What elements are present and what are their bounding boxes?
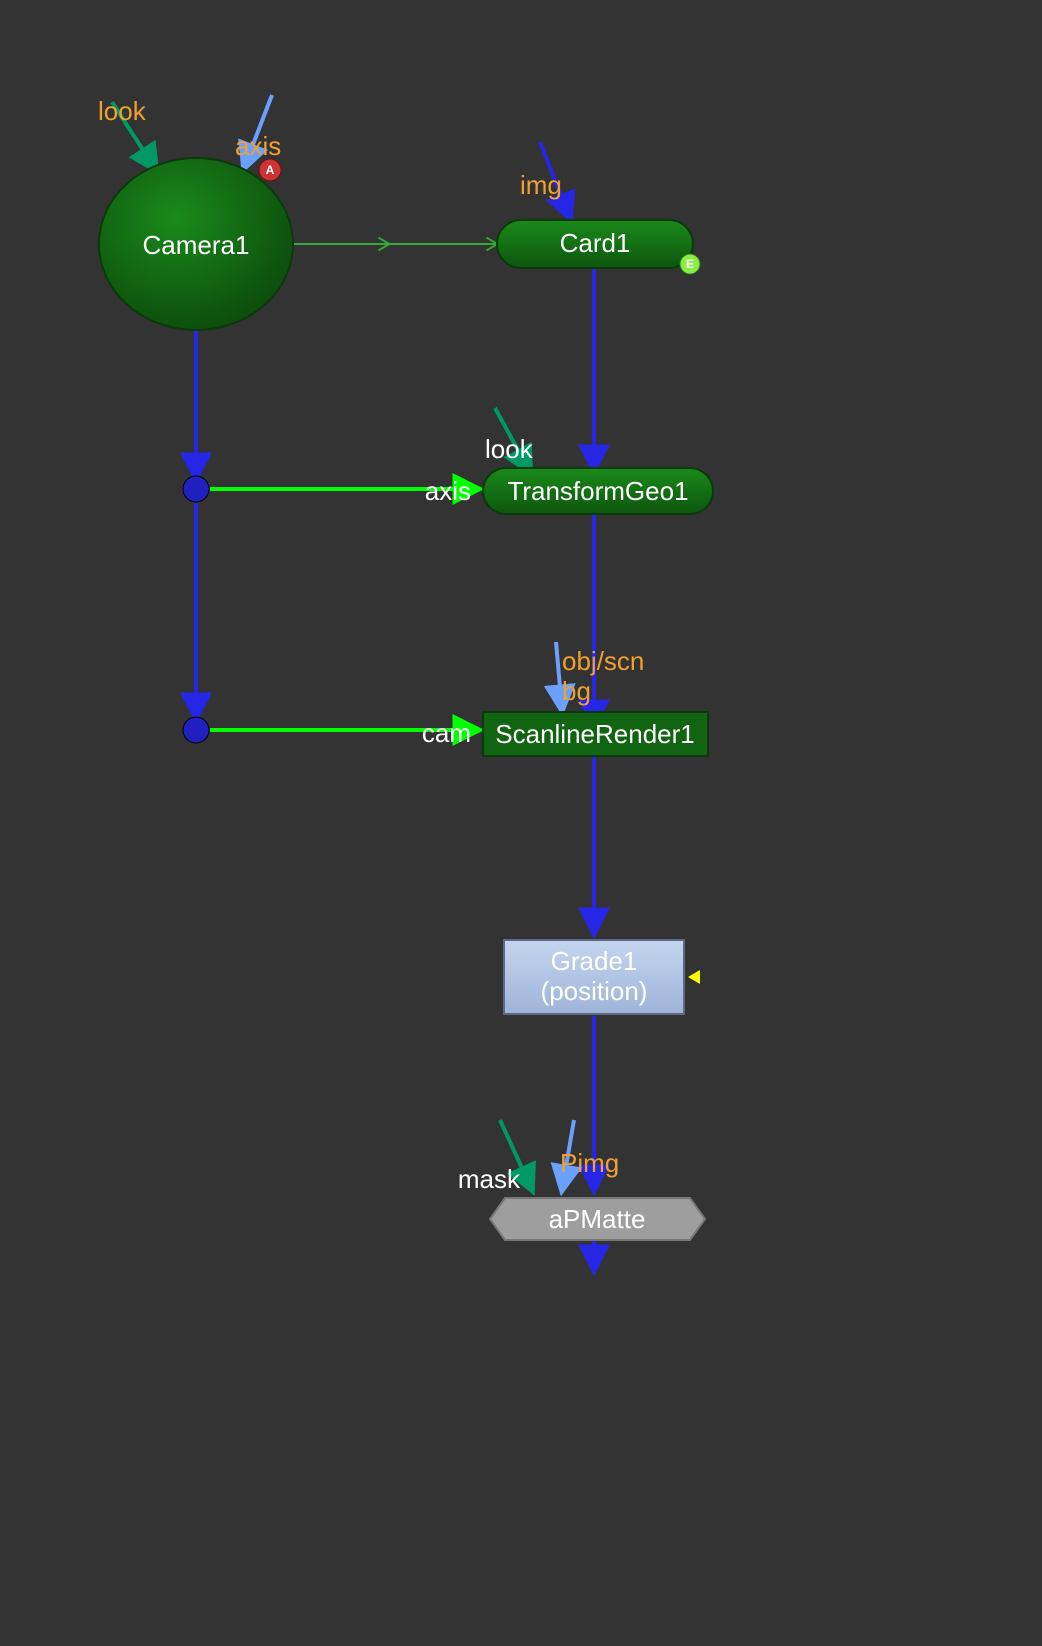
node-graph-canvas[interactable]: Camera1 A look axis Card1 E img Transfor… xyxy=(0,0,1042,1646)
mask-indicator-icon xyxy=(688,970,700,984)
label-camera-axis: axis xyxy=(235,131,281,161)
label-apmatte-mask: mask xyxy=(458,1164,521,1194)
node-camera-label: Camera1 xyxy=(143,230,250,260)
node-apmatte[interactable]: aPMatte xyxy=(490,1198,705,1240)
label-tgeo-axis: axis xyxy=(425,476,471,506)
node-card-label: Card1 xyxy=(560,228,631,258)
label-tgeo-look: look xyxy=(485,434,534,464)
node-scanline-label: ScanlineRender1 xyxy=(495,719,694,749)
label-scanline-cam: cam xyxy=(422,718,471,748)
node-grade[interactable]: Grade1 (position) xyxy=(504,940,700,1014)
svg-text:A: A xyxy=(266,163,275,177)
dot-node-2[interactable] xyxy=(183,717,209,743)
node-transformgeo-label: TransformGeo1 xyxy=(507,476,688,506)
label-scanline-objscn: obj/scn xyxy=(562,646,644,676)
node-scanline[interactable]: ScanlineRender1 xyxy=(483,712,708,756)
node-grade-label2: (position) xyxy=(541,976,648,1006)
svg-text:E: E xyxy=(686,257,694,271)
label-scanline-bg: bg xyxy=(562,676,591,706)
dot-node-1[interactable] xyxy=(183,476,209,502)
node-transformgeo[interactable]: TransformGeo1 xyxy=(483,468,713,514)
badge-e: E xyxy=(680,254,700,274)
node-grade-label1: Grade1 xyxy=(551,946,638,976)
node-card[interactable]: Card1 E xyxy=(497,220,700,274)
label-camera-look: look xyxy=(98,96,147,126)
badge-a: A xyxy=(259,159,281,181)
node-camera[interactable]: Camera1 A xyxy=(99,158,293,330)
label-card-img: img xyxy=(520,170,562,200)
node-apmatte-label: aPMatte xyxy=(549,1204,646,1234)
label-apmatte-pimg: Pimg xyxy=(560,1148,619,1178)
